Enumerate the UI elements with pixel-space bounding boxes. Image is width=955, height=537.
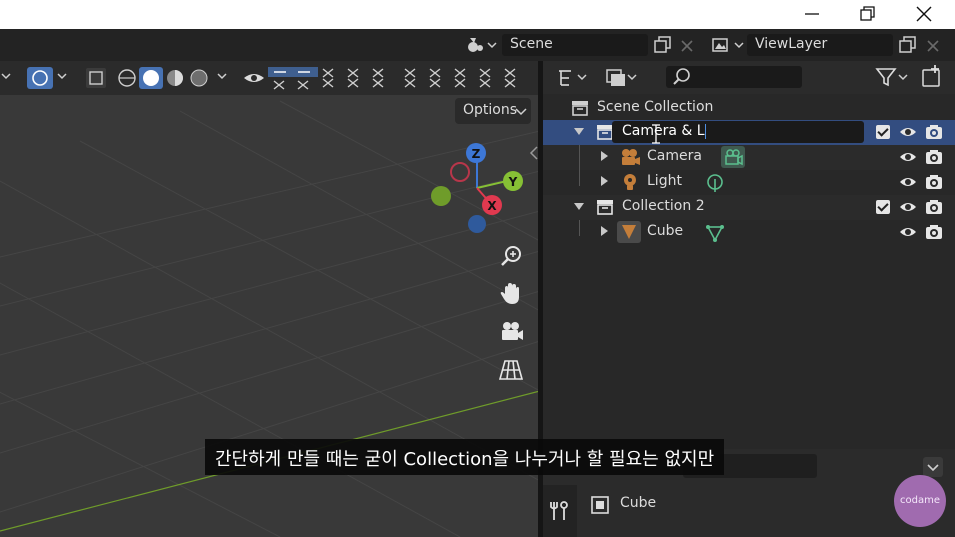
blender-window: Scene ViewLayer Options Z Y X Scene Coll… xyxy=(0,0,955,537)
hand-icon xyxy=(500,283,519,304)
view-layer-name-text: ViewLayer xyxy=(755,36,828,52)
collection-icon xyxy=(597,200,613,215)
tree-line xyxy=(579,145,580,170)
render-camera-icon[interactable] xyxy=(925,199,943,215)
tree-line xyxy=(579,220,580,236)
perspective-toggle-button[interactable] xyxy=(497,356,525,384)
view-layer-name-field[interactable]: ViewLayer xyxy=(747,34,893,56)
close-window-button[interactable] xyxy=(901,0,947,29)
eye-icon[interactable] xyxy=(899,224,917,240)
x-axis-label: X xyxy=(487,199,497,213)
scene-name-text: Scene xyxy=(510,36,553,52)
view-layer-icon xyxy=(712,38,744,52)
options-dropdown-button[interactable]: Options xyxy=(455,98,531,124)
outliner-header-icons xyxy=(559,65,940,88)
collapse-triangle-icon[interactable] xyxy=(574,203,584,210)
eye-icon[interactable] xyxy=(899,124,917,140)
tree-line xyxy=(579,170,580,186)
outliner-item-label: Camera xyxy=(647,148,702,164)
duplicate-icon xyxy=(899,36,916,53)
render-camera-icon[interactable] xyxy=(925,174,943,190)
x-icon xyxy=(681,40,693,52)
delete-scene-button[interactable] xyxy=(680,38,694,57)
restore-button[interactable] xyxy=(844,0,890,29)
window-title-bar xyxy=(0,0,955,29)
render-camera-icon[interactable] xyxy=(925,149,943,165)
negative-z-axis-handle[interactable] xyxy=(468,215,486,233)
zoom-button[interactable] xyxy=(497,242,525,270)
negative-y-axis-handle[interactable] xyxy=(431,186,451,206)
outliner-row-scene-collection[interactable]: Scene Collection xyxy=(543,96,955,121)
properties-tab-sidebar xyxy=(543,485,577,537)
options-label: Options xyxy=(463,102,518,118)
navigation-gizmo[interactable]: Z Y X xyxy=(425,138,535,248)
outliner-item-label: Collection 2 xyxy=(622,198,705,214)
new-scene-button[interactable] xyxy=(653,36,673,58)
zoom-in-icon xyxy=(501,246,521,266)
scene-name-field[interactable]: Scene xyxy=(502,34,648,56)
outliner-item-label: Light xyxy=(647,173,682,189)
outliner-row-light[interactable]: Light xyxy=(543,170,955,195)
collapse-triangle-icon[interactable] xyxy=(574,128,584,135)
camera-view-button[interactable] xyxy=(497,318,525,346)
close-icon xyxy=(916,6,932,22)
delete-view-layer-button[interactable] xyxy=(926,38,940,57)
scene-icon xyxy=(468,38,497,52)
exclude-checkbox[interactable] xyxy=(876,125,890,139)
outliner-row-camera[interactable]: Camera xyxy=(543,145,955,170)
camera-object-icon xyxy=(622,149,640,165)
tool-settings-icon[interactable] xyxy=(548,499,572,523)
mesh-object-icon xyxy=(617,221,641,243)
scene-collection-icon xyxy=(572,101,588,116)
subtitle-caption: 간단하게 만들 때는 굳이 Collection을 나누거나 할 필요는 없지만 xyxy=(205,439,725,475)
outliner-row-collection-2[interactable]: Collection 2 xyxy=(543,195,955,220)
scene-collection-label: Scene Collection xyxy=(597,99,714,115)
scene-selector-button[interactable] xyxy=(466,36,498,58)
eye-icon[interactable] xyxy=(899,174,917,190)
eye-icon[interactable] xyxy=(899,199,917,215)
pan-button[interactable] xyxy=(497,280,525,308)
expand-triangle-icon[interactable] xyxy=(601,226,608,236)
properties-object-name: Cube xyxy=(620,495,657,511)
camera-data-icon[interactable] xyxy=(721,146,745,168)
expand-triangle-icon[interactable] xyxy=(601,176,608,186)
i-beam-cursor-icon xyxy=(652,124,660,144)
eye-icon[interactable] xyxy=(899,149,917,165)
outliner-panel: Scene Collection Camera Light Collection… xyxy=(543,61,955,449)
render-camera-icon[interactable] xyxy=(925,224,943,240)
y-axis-label: Y xyxy=(508,175,518,189)
view-layer-selector-button[interactable] xyxy=(712,36,746,58)
outliner-item-label: Cube xyxy=(647,223,684,239)
exclude-checkbox[interactable] xyxy=(876,200,890,214)
negative-x-axis-handle[interactable] xyxy=(450,162,470,182)
viewport-header xyxy=(0,61,540,95)
subtitle-text: 간단하게 만들 때는 굳이 Collection을 나누거나 할 필요는 없지만 xyxy=(215,449,715,470)
grid-perspective-icon xyxy=(498,360,524,380)
new-view-layer-button[interactable] xyxy=(898,36,918,58)
mesh-data-icon[interactable] xyxy=(705,223,725,243)
camera-icon xyxy=(502,322,523,340)
top-header-bar: Scene ViewLayer xyxy=(0,29,955,61)
outliner-header xyxy=(543,61,955,94)
restore-icon xyxy=(860,6,875,21)
chevron-down-icon xyxy=(515,108,527,116)
text-cursor xyxy=(704,123,706,139)
channel-watermark-logo: codame xyxy=(894,475,946,527)
rename-text-value: Camera & L xyxy=(622,123,705,139)
z-axis-label: Z xyxy=(472,147,481,161)
editor-type-icon xyxy=(559,70,571,86)
watermark-text: codame xyxy=(900,495,940,506)
viewport-header-icons xyxy=(1,67,516,90)
object-properties-icon xyxy=(591,496,609,514)
light-data-icon[interactable] xyxy=(705,173,725,193)
rename-text-input[interactable]: Camera & L xyxy=(612,121,864,143)
minimize-icon xyxy=(805,13,819,15)
duplicate-icon xyxy=(654,36,671,53)
expand-triangle-icon[interactable] xyxy=(601,151,608,161)
render-camera-icon[interactable] xyxy=(925,124,943,140)
outliner-row-cube[interactable]: Cube xyxy=(543,220,955,245)
minimize-button[interactable] xyxy=(789,0,835,29)
x-icon xyxy=(927,40,939,52)
light-object-icon xyxy=(624,174,636,190)
